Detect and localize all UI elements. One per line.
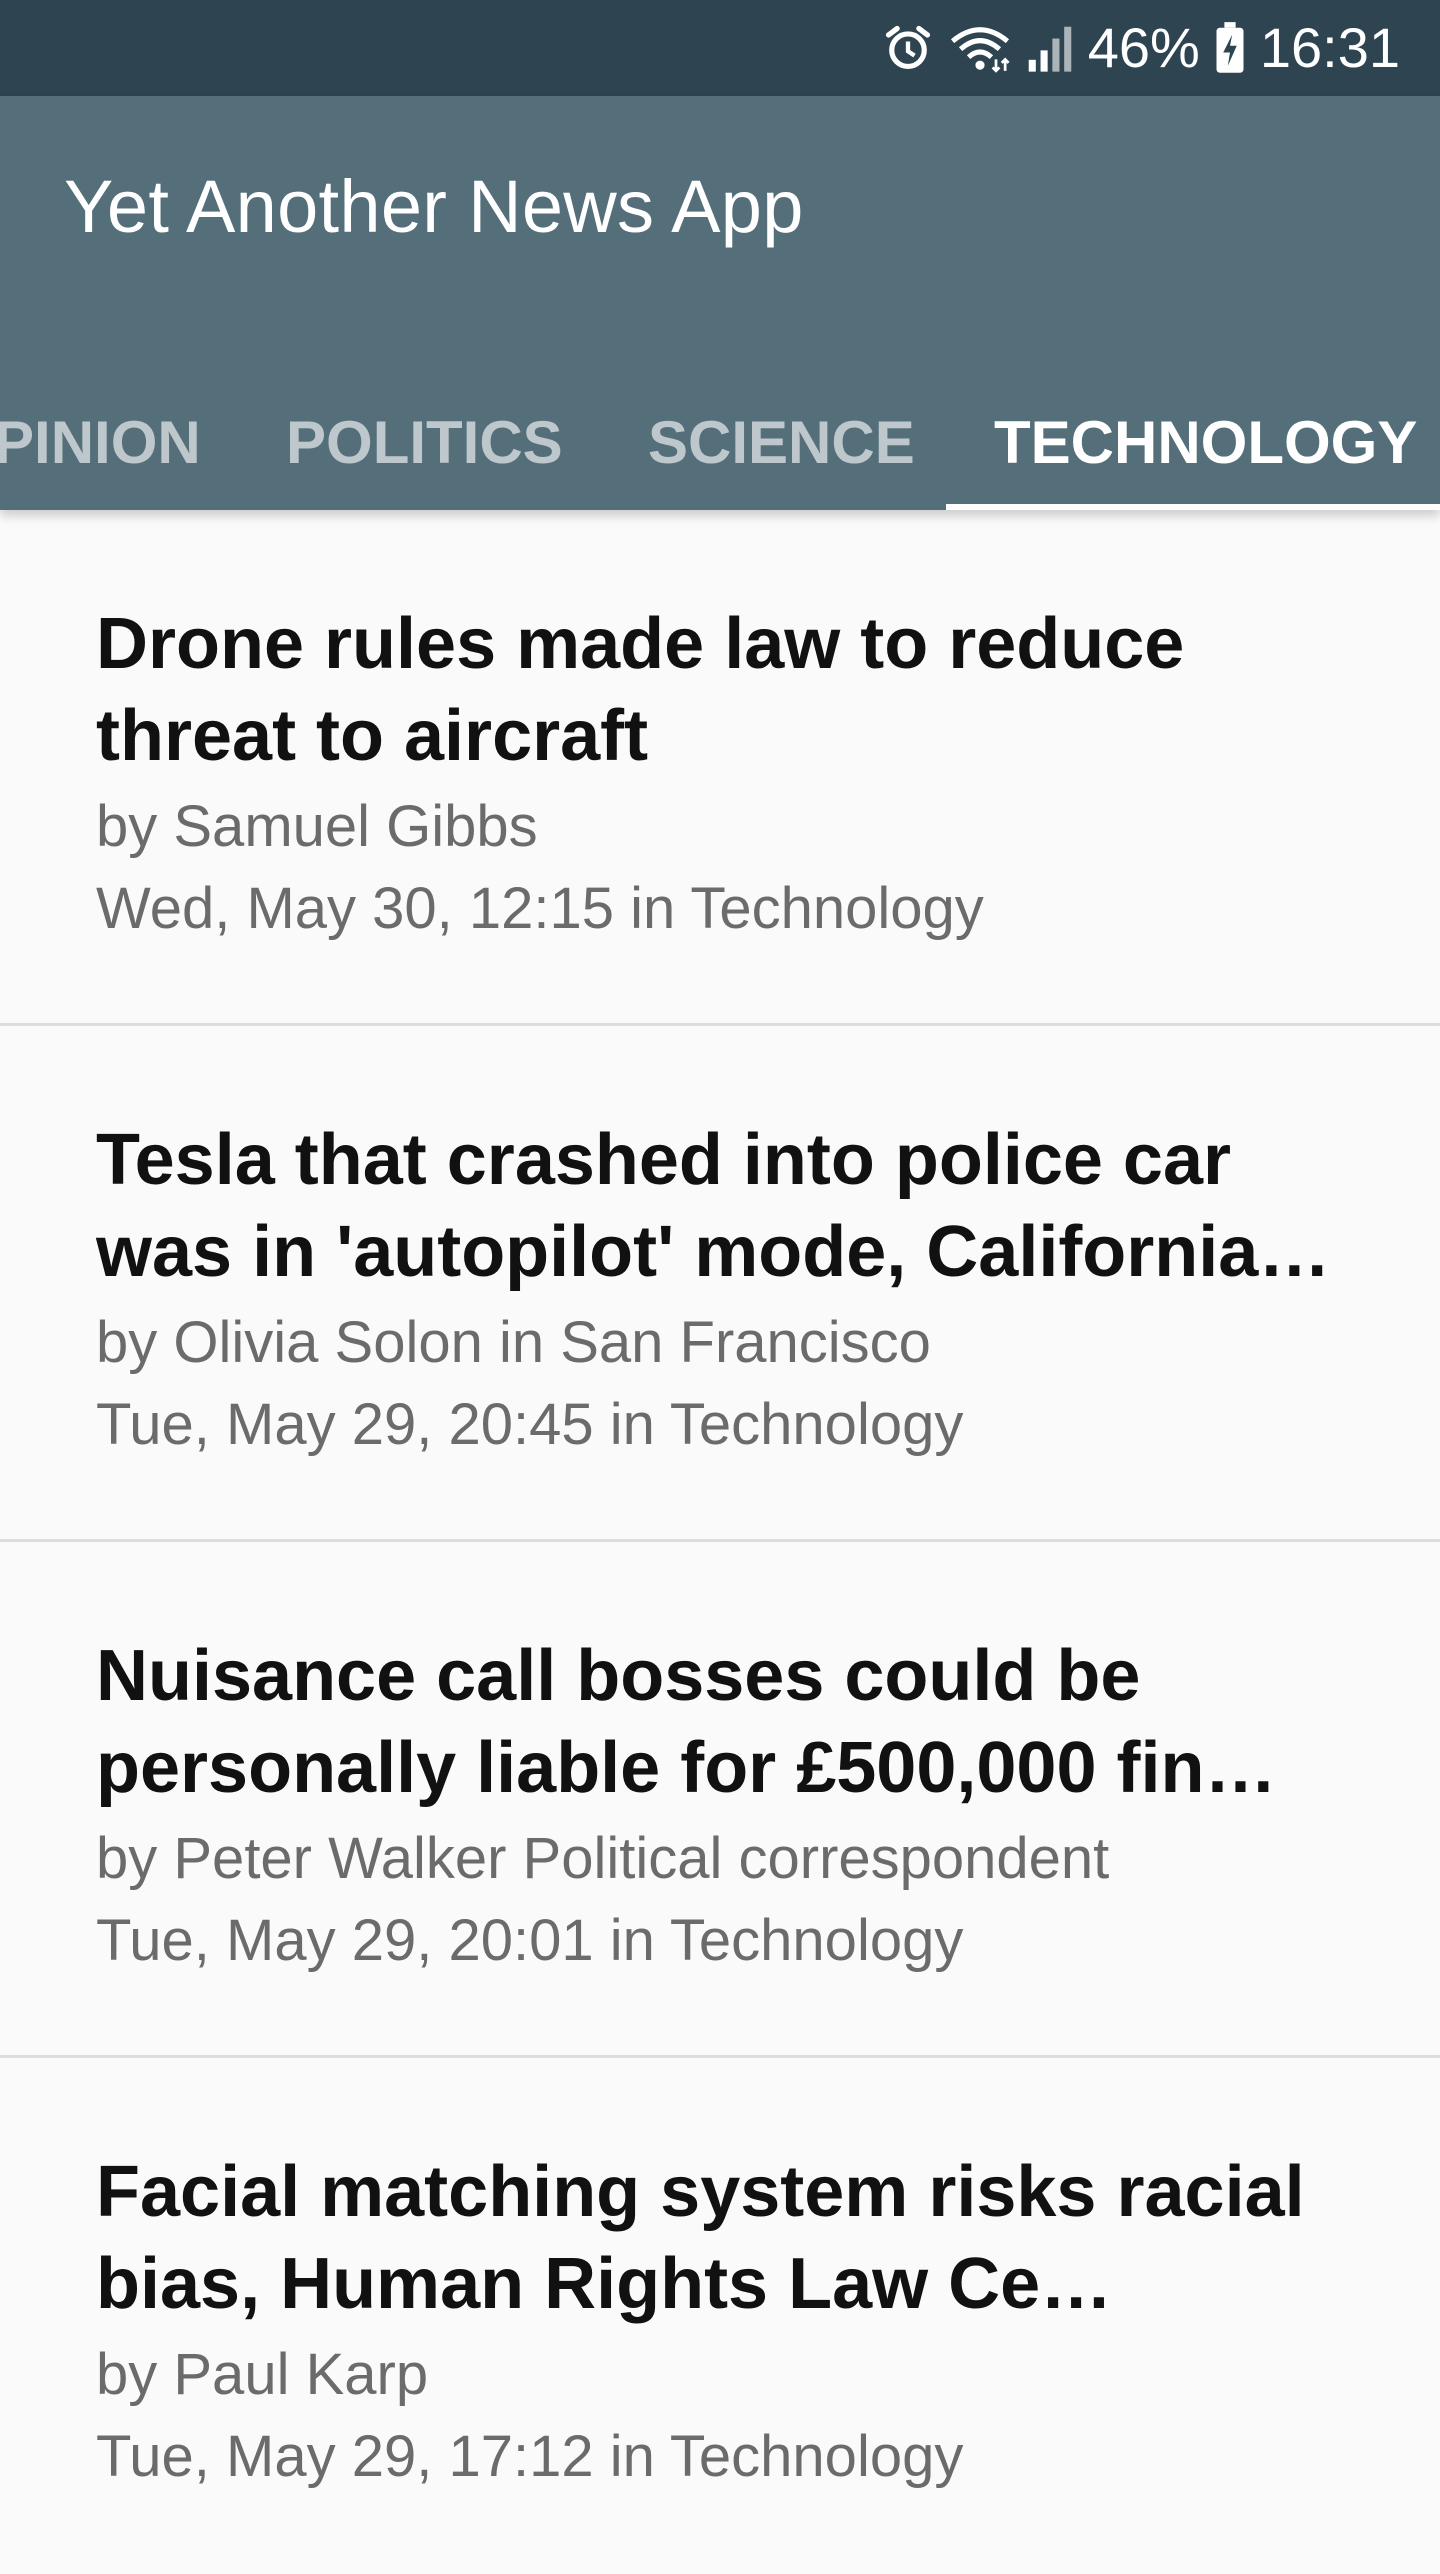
alarm-icon — [882, 22, 934, 74]
article-dateline: Wed, May 30, 12:15 in Technology — [96, 876, 984, 941]
article-headline: Nuisance call bosses could be personally… — [96, 1636, 1277, 1808]
tab-opinion[interactable]: PINION — [0, 376, 201, 510]
article-byline: by Paul Karp — [96, 2342, 429, 2407]
article-byline: by Peter Walker Political correspondent — [96, 1826, 1110, 1891]
article-list[interactable]: Drone rules made law to reduce threat to… — [0, 510, 1440, 2574]
tab-politics[interactable]: POLITICS — [286, 376, 563, 510]
app-title: Yet Another News App — [64, 165, 804, 248]
clock: 16:31 — [1259, 16, 1400, 79]
article-dateline: Tue, May 29, 20:45 in Technology — [96, 1392, 964, 1457]
app-bar: Yet Another News App PINION POLITICS SCI… — [0, 96, 1440, 510]
battery-percent: 46% — [1087, 16, 1200, 79]
article-byline: by Samuel Gibbs — [96, 794, 538, 859]
article-dateline: Tue, May 29, 17:12 in Technology — [96, 2424, 964, 2489]
article-headline: Facial matching system risks racial bias… — [96, 2152, 1305, 2324]
battery-charging-icon — [1214, 21, 1246, 75]
status-icons: 46% 16:31 — [882, 0, 1400, 96]
article-byline: by Olivia Solon in San Francisco — [96, 1310, 931, 1375]
active-tab-indicator — [946, 504, 1440, 510]
category-tabs: PINION POLITICS SCIENCE TECHNOLOGY — [0, 376, 1440, 510]
article-headline: Drone rules made law to reduce threat to… — [96, 604, 1185, 776]
wifi-icon — [948, 22, 1012, 74]
tab-technology[interactable]: TECHNOLOGY — [994, 376, 1417, 510]
article-item[interactable]: Drone rules made law to reduce threat to… — [0, 510, 1440, 1026]
article-item[interactable]: Tesla that crashed into police car was i… — [0, 1026, 1440, 1542]
article-item[interactable]: Nuisance call bosses could be personally… — [0, 1542, 1440, 2058]
article-headline: Tesla that crashed into police car was i… — [96, 1120, 1331, 1292]
article-item[interactable]: Facial matching system risks racial bias… — [0, 2058, 1440, 2574]
status-bar: 46% 16:31 — [0, 0, 1440, 96]
tab-science[interactable]: SCIENCE — [648, 376, 915, 510]
article-dateline: Tue, May 29, 20:01 in Technology — [96, 1908, 964, 1973]
signal-icon — [1026, 22, 1074, 74]
